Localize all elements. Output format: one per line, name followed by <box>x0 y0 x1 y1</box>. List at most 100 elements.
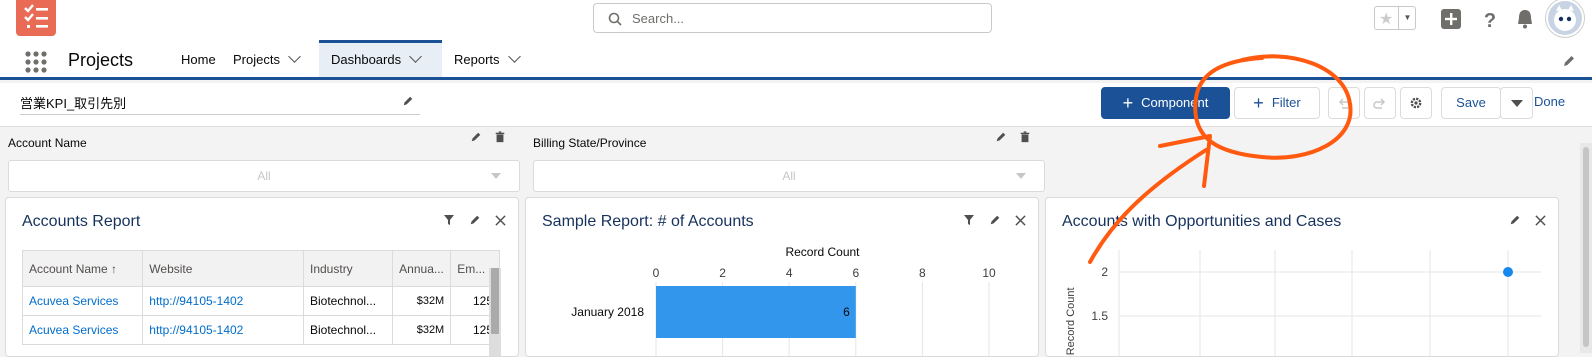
chevron-down-icon <box>491 173 501 179</box>
close-icon[interactable] <box>1535 214 1546 226</box>
table-cell[interactable]: Acuvea Services <box>21 315 144 345</box>
edit-nav-pencil-icon[interactable] <box>1562 54 1576 68</box>
scatter-point <box>1503 267 1513 277</box>
column-header[interactable]: Annua... <box>392 250 452 287</box>
astro-avatar-icon <box>1554 5 1576 31</box>
app-launcher-icon[interactable] <box>24 50 48 74</box>
plus-icon: + <box>1253 93 1264 113</box>
table-scrollbar[interactable] <box>489 268 501 356</box>
chevron-down-icon <box>1016 173 1026 179</box>
search-input[interactable]: Search... <box>632 11 684 26</box>
tick-label: 10 <box>982 266 996 280</box>
redo-button[interactable] <box>1364 87 1396 119</box>
pencil-icon[interactable] <box>995 131 1007 143</box>
global-header: Search... ★ ▼ ? <box>0 0 1592 40</box>
pencil-icon[interactable] <box>402 95 414 107</box>
favorites-button[interactable]: ★ ▼ <box>1374 6 1416 30</box>
properties-button[interactable] <box>1400 87 1432 119</box>
undo-icon <box>1338 98 1351 109</box>
nav-item-dashboards[interactable]: Dashboards <box>319 40 442 77</box>
filter-account-name: Account Name All <box>0 127 520 197</box>
chevron-down-icon <box>1510 100 1523 107</box>
filter-select[interactable]: All <box>533 160 1045 192</box>
opps-cases-card[interactable]: Accounts with Opportunities and Cases 2 1… <box>1045 197 1559 357</box>
filter-billing-state: Billing State/Province All <box>525 127 1045 197</box>
table-header-row: Account Name ↑ Website Industry Annua... Em.… <box>21 250 500 287</box>
filter-label: Filter <box>1271 95 1301 110</box>
undo-button[interactable] <box>1328 87 1360 119</box>
filter-funnel-icon[interactable] <box>963 214 975 226</box>
scatter-chart: 2 1.5 - Record Count <box>1065 250 1541 357</box>
table-cell: $32M <box>392 286 452 316</box>
table-cell[interactable]: Acuvea Services <box>21 286 144 316</box>
done-button[interactable]: Done <box>1534 94 1565 109</box>
column-header[interactable]: Industry <box>302 250 394 287</box>
tick-label: 6 <box>852 266 859 280</box>
bar <box>656 286 856 338</box>
pencil-icon[interactable] <box>469 214 481 226</box>
scrollbar-thumb[interactable] <box>491 268 499 334</box>
dashboard-name-field[interactable]: 営業KPI_取引先別 <box>20 93 420 115</box>
favorites-menu-chevron-icon[interactable]: ▼ <box>1398 7 1416 29</box>
accounts-table: Account Name ↑ Website Industry Annua... Em.… <box>21 250 500 345</box>
table-cell: Biotechnol... <box>302 286 394 316</box>
trash-icon[interactable] <box>1019 131 1031 143</box>
chevron-down-icon[interactable] <box>409 50 422 63</box>
table-cell[interactable]: http://94105-1402 <box>142 286 304 316</box>
bar-chart: Record Count 0 2 4 6 8 10 January 2018 6 <box>571 245 996 356</box>
nav-item-reports[interactable]: Reports <box>444 40 529 77</box>
add-filter-button[interactable]: + Filter <box>1234 87 1320 119</box>
column-header[interactable]: Account Name ↑ <box>21 250 144 287</box>
close-icon[interactable] <box>495 214 506 226</box>
star-icon: ★ <box>1379 11 1394 28</box>
global-create-icon[interactable] <box>1440 8 1462 30</box>
global-search[interactable]: Search... <box>593 3 992 33</box>
chevron-down-icon[interactable] <box>507 50 521 63</box>
filter-funnel-icon[interactable] <box>443 214 455 226</box>
nav-item-projects[interactable]: Projects <box>223 40 309 77</box>
app-name: Projects <box>68 50 134 70</box>
app-logo[interactable] <box>16 0 56 36</box>
chevron-down-icon[interactable] <box>288 50 301 63</box>
plus-icon: + <box>1122 93 1134 113</box>
checklist-icon <box>24 4 48 28</box>
dashboard-edit-toolbar: 営業KPI_取引先別 + Component + Filter Save Done <box>0 83 1592 127</box>
tick-label: 1.5 <box>1091 309 1108 323</box>
save-menu-button[interactable] <box>1500 87 1533 119</box>
tick-label: 0 <box>653 266 660 280</box>
help-icon[interactable]: ? <box>1479 8 1501 30</box>
table-cell[interactable]: http://94105-1402 <box>142 315 304 345</box>
gear-icon <box>1410 97 1422 109</box>
tick-label: 2 <box>719 266 726 280</box>
tick-label: 2 <box>1101 265 1108 279</box>
nav-item-label: Home <box>181 52 216 67</box>
pencil-icon[interactable] <box>470 131 482 143</box>
pencil-icon[interactable] <box>1509 214 1521 226</box>
column-header[interactable]: Website <box>142 250 304 287</box>
save-button[interactable]: Save <box>1441 87 1501 119</box>
axis-title: - Record Count <box>1065 287 1077 357</box>
sample-report-card[interactable]: Sample Report: # of Accounts Record Coun… <box>525 197 1039 357</box>
filter-label: Account Name <box>8 136 87 150</box>
filter-value: All <box>782 169 796 183</box>
page-scrollbar[interactable] <box>1580 143 1592 353</box>
accounts-report-card[interactable]: Accounts Report Account Name ↑ Website Ind… <box>5 197 519 357</box>
table-row: Acuvea Services http://94105-1402 Biotechn… <box>21 315 500 345</box>
redo-icon <box>1373 98 1386 109</box>
trash-icon[interactable] <box>494 131 506 143</box>
filter-label: Billing State/Province <box>533 136 647 150</box>
svg-text:?: ? <box>1484 10 1496 30</box>
pencil-icon[interactable] <box>989 214 1001 226</box>
axis-title: Record Count <box>785 245 860 259</box>
table-cell: $32M <box>392 315 452 345</box>
bell-icon[interactable] <box>1514 8 1536 30</box>
nav-item-home[interactable]: Home <box>171 40 226 77</box>
nav-item-label: Reports <box>454 52 500 67</box>
add-component-button[interactable]: + Component <box>1101 87 1230 119</box>
avatar[interactable] <box>1546 0 1584 37</box>
filter-select[interactable]: All <box>8 160 520 192</box>
dashboard-name: 営業KPI_取引先別 <box>20 96 127 111</box>
search-icon <box>608 12 622 26</box>
scrollbar-thumb[interactable] <box>1583 147 1589 347</box>
close-icon[interactable] <box>1015 214 1026 226</box>
